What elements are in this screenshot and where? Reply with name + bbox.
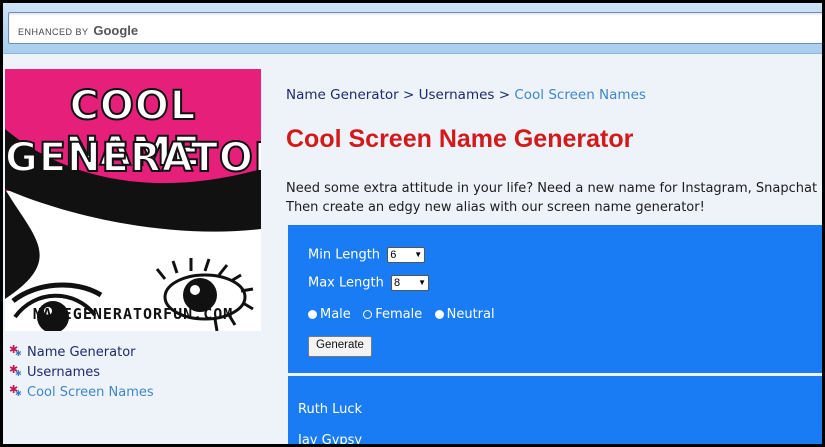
enhanced-by-text: ENHANCED BY: [18, 27, 89, 37]
radio-icon[interactable]: [308, 310, 317, 319]
results-panel: Ruth Luck Jay Gypsy: [288, 376, 822, 444]
gender-option-female[interactable]: Female: [363, 307, 426, 322]
max-length-label: Max Length: [308, 275, 384, 291]
result-name[interactable]: Jay Gypsy: [298, 433, 362, 444]
sidebar-nav: ✱ ✱ Name Generator ✱ ✱ Usernames ✱ ✱ Coo…: [9, 343, 154, 403]
gender-option-male[interactable]: Male: [308, 307, 355, 322]
radio-icon[interactable]: [363, 310, 373, 319]
sidebar-item-name-generator[interactable]: ✱ ✱ Name Generator: [9, 343, 154, 363]
search-input[interactable]: ENHANCED BY Google: [8, 12, 822, 44]
min-length-row: Min Length 6 ▼: [308, 247, 426, 263]
star-small-icon: ✱: [15, 369, 22, 378]
intro-line-1: Need some extra attitude in your life? N…: [286, 181, 822, 196]
google-brand: Google: [93, 23, 139, 38]
max-length-row: Max Length 8 ▼: [308, 275, 429, 291]
radio-icon[interactable]: [434, 310, 444, 319]
sidebar-item-usernames[interactable]: ✱ ✱ Usernames: [9, 363, 154, 383]
radio-label-neutral: Neutral: [446, 307, 495, 322]
breadcrumb: Name Generator > Usernames > Cool Screen…: [286, 87, 646, 103]
breadcrumb-name-generator[interactable]: Name Generator: [286, 87, 399, 103]
breadcrumb-current: Cool Screen Names: [514, 87, 646, 103]
sidebar-item-label: Usernames: [27, 365, 101, 380]
min-length-select[interactable]: 6 ▼: [387, 247, 426, 263]
logo-title-line2: GENERATOR: [5, 134, 261, 182]
min-length-label: Min Length: [308, 247, 381, 263]
intro-line-2: Then create an edgy new alias with our s…: [286, 200, 705, 215]
chevron-down-icon: ▼: [414, 250, 423, 259]
intro-text: Need some extra attitude in your life? N…: [286, 179, 822, 217]
star-small-icon: ✱: [15, 389, 22, 398]
sidebar-item-label: Cool Screen Names: [27, 385, 154, 400]
min-length-value: 6: [390, 249, 397, 261]
radio-label-female: Female: [375, 307, 423, 322]
gender-option-neutral[interactable]: Neutral: [434, 307, 495, 322]
max-length-select[interactable]: 8 ▼: [391, 275, 429, 291]
breadcrumb-usernames[interactable]: Usernames: [419, 87, 495, 103]
sidebar-item-label: Name Generator: [27, 345, 136, 360]
max-length-value: 8: [394, 277, 401, 289]
radio-label-male: Male: [320, 307, 351, 322]
logo-site-url: NAMEGENERATORFUN.COM: [32, 305, 234, 323]
generator-form: Min Length 6 ▼ Max Length 8 ▼ Male Femal…: [288, 225, 822, 373]
result-name[interactable]: Ruth Luck: [298, 402, 362, 417]
sidebar-item-cool-screen-names[interactable]: ✱ ✱ Cool Screen Names: [9, 383, 154, 403]
breadcrumb-separator: >: [402, 87, 415, 103]
site-logo[interactable]: COOL NAME GENERATOR NAMEGENERATORFUN.COM: [5, 69, 261, 331]
search-enhanced-label: ENHANCED BY Google: [18, 23, 138, 38]
page-title: Cool Screen Name Generator: [286, 125, 634, 153]
chevron-down-icon: ▼: [418, 278, 426, 287]
gender-radio-group: Male Female Neutral: [308, 307, 495, 322]
star-small-icon: ✱: [15, 349, 22, 358]
browser-window: ENHANCED BY Google COOL NAME GENERATOR N…: [3, 3, 822, 444]
search-toolbar: ENHANCED BY Google: [3, 3, 822, 54]
generate-button[interactable]: Generate: [308, 336, 372, 357]
breadcrumb-separator: >: [498, 87, 511, 103]
